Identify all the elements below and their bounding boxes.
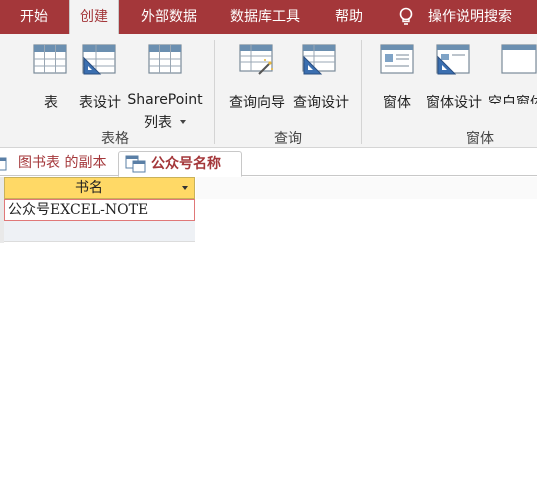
query-wizard-label: 查询向导 bbox=[229, 95, 285, 111]
form-label: 窗体 bbox=[383, 95, 411, 111]
form-icon bbox=[380, 44, 414, 74]
group-label-forms: 窗体 bbox=[466, 131, 494, 147]
menu-tab-create[interactable]: 创建 bbox=[69, 0, 119, 36]
query-design-label: 查询设计 bbox=[293, 95, 349, 111]
ribbon-menu-bar: 开始 创建 外部数据 数据库工具 帮助 操作说明搜索 bbox=[0, 0, 537, 36]
table-icon bbox=[0, 157, 7, 171]
blank-form-label: 空白窗体 bbox=[488, 95, 537, 104]
query-wizard-button[interactable]: 查询向导 bbox=[225, 44, 289, 111]
group-label-queries: 查询 bbox=[274, 131, 302, 147]
table-design-icon bbox=[82, 44, 116, 75]
table-button[interactable]: 表 bbox=[30, 44, 72, 111]
group-separator bbox=[214, 40, 215, 144]
form-design-icon bbox=[436, 44, 470, 75]
tab-public-account-name[interactable]: 公众号名称 bbox=[118, 151, 242, 177]
ribbon: 表 表设计 SharePoint 列表 表格 查询向导 查询设计 查询 窗体 窗… bbox=[0, 34, 537, 148]
query-design-icon bbox=[302, 44, 336, 75]
blank-form-icon bbox=[501, 44, 537, 74]
table-cell[interactable]: 公众号EXCEL-NOTE bbox=[4, 199, 195, 221]
tab-label: 公众号名称 bbox=[151, 156, 221, 172]
menu-tab-external-data[interactable]: 外部数据 bbox=[141, 0, 197, 34]
sharepoint-list-icon bbox=[148, 44, 182, 74]
lightbulb-icon[interactable] bbox=[397, 0, 417, 34]
column-header-book-name[interactable]: 书名 bbox=[4, 177, 195, 199]
menu-tab-home[interactable]: 开始 bbox=[20, 0, 48, 34]
sharepoint-label-line1: SharePoint bbox=[127, 92, 203, 108]
menu-tab-database-tools[interactable]: 数据库工具 bbox=[230, 0, 300, 34]
document-tab-strip: 图书表 的副本 公众号名称 bbox=[0, 148, 537, 177]
form-button[interactable]: 窗体 bbox=[376, 44, 418, 111]
form-design-label: 窗体设计 bbox=[426, 95, 482, 111]
tell-me-search[interactable]: 操作说明搜索 bbox=[428, 0, 512, 34]
query-design-button[interactable]: 查询设计 bbox=[290, 44, 352, 111]
group-label-tables: 表格 bbox=[101, 131, 129, 147]
tab-book-table-copy[interactable]: 图书表 的副本 bbox=[0, 151, 106, 177]
empty-column-header-area bbox=[196, 177, 537, 199]
datasheet-view: 书名 公众号EXCEL-NOTE bbox=[0, 177, 537, 500]
sharepoint-label-line2: 列表 bbox=[144, 115, 172, 131]
blank-form-button[interactable]: 空白窗体 bbox=[488, 44, 537, 104]
form-design-button[interactable]: 窗体设计 bbox=[422, 44, 486, 111]
new-record-row[interactable] bbox=[4, 221, 195, 242]
column-header-label: 书名 bbox=[75, 180, 103, 196]
menu-tab-help[interactable]: 帮助 bbox=[335, 0, 363, 34]
dropdown-arrow-icon bbox=[180, 120, 186, 124]
query-wizard-icon bbox=[239, 44, 273, 75]
tab-label: 图书表 的副本 bbox=[18, 155, 107, 171]
dropdown-arrow-icon[interactable] bbox=[182, 186, 188, 190]
group-separator bbox=[361, 40, 362, 144]
table-design-button[interactable]: 表设计 bbox=[74, 44, 126, 111]
table-label: 表 bbox=[44, 95, 58, 111]
sharepoint-list-button[interactable]: SharePoint 列表 bbox=[126, 44, 204, 131]
query-icon bbox=[125, 155, 146, 173]
table-design-label: 表设计 bbox=[79, 95, 121, 111]
table-icon bbox=[33, 44, 67, 74]
